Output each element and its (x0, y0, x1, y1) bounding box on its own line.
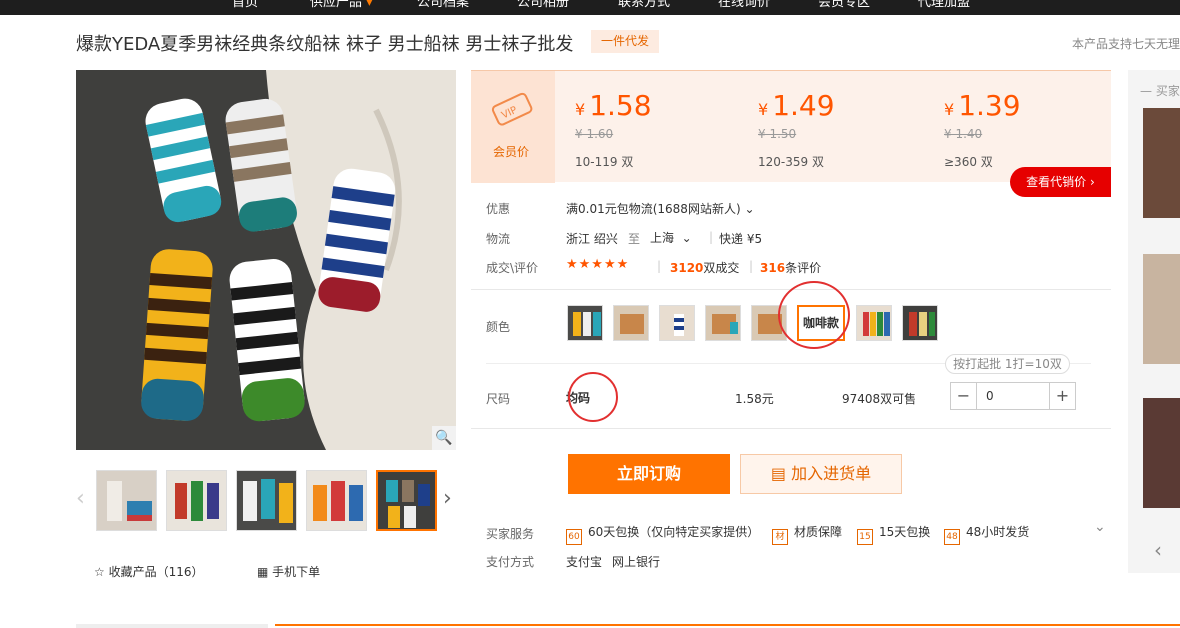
quantity-input[interactable] (978, 383, 1048, 409)
clipboard-icon: ▤ (770, 464, 786, 483)
socks-photo (76, 70, 456, 450)
thumbnail[interactable] (236, 470, 297, 531)
size-price: 1.58元 (735, 392, 774, 406)
zoom-icon[interactable]: 🔍 (432, 426, 456, 450)
thumb-next-icon[interactable]: › (443, 486, 452, 511)
15-day-icon: 15 (857, 529, 873, 545)
bottom-tab (76, 624, 268, 628)
nav-item-album[interactable]: 公司相册 (517, 0, 569, 10)
service-item[interactable]: 48 48小时发货 (944, 523, 1029, 545)
divider-line (471, 428, 1111, 429)
material-icon: 材 (772, 529, 788, 545)
side-product-image[interactable] (1143, 254, 1180, 364)
thumb-image (378, 472, 435, 529)
thumb-prev-icon[interactable]: ‹ (76, 486, 85, 511)
thumbnail[interactable] (306, 470, 367, 531)
service-item[interactable]: 15 15天包换 (857, 523, 930, 545)
batch-tip: 按打起批 1打=10双 (945, 354, 1070, 374)
thumb-image (307, 471, 366, 530)
reviews-count[interactable]: 316条评价 (760, 259, 821, 276)
nav-item-profile[interactable]: 公司档案 (417, 0, 469, 10)
vip-price-label: 会员价 (493, 145, 530, 159)
shipping-fee: 快递 ¥5 (719, 232, 763, 246)
color-swatch[interactable] (705, 305, 741, 341)
top-nav: 首页 供应产品 ▾ 公司档案 公司相册 联系方式 在线询价 会员专区 代理加盟 (0, 0, 1180, 15)
increase-button[interactable]: + (1049, 383, 1075, 409)
logistics-label: 物流 (486, 232, 511, 246)
promo-label: 优惠 (486, 202, 511, 216)
decrease-button[interactable]: − (951, 383, 977, 409)
price-box: VIP 会员价 ¥1.58 ¥ 1.60 10-119 双 ¥1.49 ¥ 1.… (471, 70, 1111, 183)
payment-alipay: 支付宝 (566, 555, 603, 569)
side-product-image[interactable] (1143, 108, 1180, 218)
48-hour-icon: 48 (944, 529, 960, 545)
side-panel-title: — 买家 (1140, 84, 1180, 98)
color-swatch[interactable] (856, 305, 892, 341)
star-outline-icon: ☆ (94, 565, 105, 579)
deals-count[interactable]: 3120双成交 (670, 259, 739, 276)
vip-price-column: VIP 会员价 (471, 71, 555, 183)
add-to-cart-button[interactable]: ▤ 加入进货单 (740, 454, 902, 494)
to-word: 至 (628, 232, 641, 246)
agent-price-button[interactable]: 查看代销价 › (1010, 167, 1111, 197)
thumb-image (97, 471, 156, 530)
services-label: 买家服务 (486, 527, 535, 541)
expand-chevron-icon[interactable]: ⌄ (1094, 519, 1106, 535)
60-day-icon: 60 (566, 529, 582, 545)
thumbnail[interactable] (96, 470, 157, 531)
color-label: 颜色 (486, 320, 511, 334)
side-prev-icon[interactable]: ‹ (1154, 538, 1162, 562)
main-product-image[interactable]: 🔍 (76, 70, 456, 450)
nav-item-members[interactable]: 会员专区 (818, 0, 870, 10)
chevron-down-icon: ⌄ (681, 231, 692, 245)
side-product-image[interactable] (1143, 398, 1180, 508)
payment-label: 支付方式 (486, 555, 535, 569)
thumb-image (167, 471, 226, 530)
bottom-accent-line (275, 624, 1180, 626)
product-title: 爆款YEDA夏季男袜经典条纹船袜 袜子 男士船袜 男士袜子批发 (76, 34, 574, 55)
return-policy-note: 本产品支持七天无理 (1072, 37, 1180, 51)
service-item[interactable]: 60 60天包换（仅向特定买家提供） (566, 523, 759, 545)
nav-item-contact[interactable]: 联系方式 (618, 0, 670, 10)
divider: | (657, 259, 662, 273)
mobile-order-button[interactable]: ▦ 手机下单 (257, 563, 320, 580)
promo-dropdown[interactable]: 满0.01元包物流(1688网站新人) ⌄ (566, 200, 755, 217)
thumbnail-selected[interactable] (376, 470, 437, 531)
divider: | (749, 259, 754, 273)
size-stock: 97408双可售 (842, 392, 917, 406)
ship-from: 浙江 绍兴 (566, 232, 618, 246)
annotation-circle (778, 281, 850, 349)
nav-item-home[interactable]: 首页 (232, 0, 258, 10)
nav-item-inquiry[interactable]: 在线询价 (718, 0, 770, 10)
ship-to-select[interactable]: 上海 ⌄ (650, 229, 692, 246)
color-swatch[interactable] (567, 305, 603, 341)
qr-code-icon: ▦ (257, 565, 269, 579)
chevron-down-icon: ⌄ (744, 202, 755, 216)
divider: | (709, 230, 714, 244)
rating-stars: ★★★★★ (566, 257, 630, 272)
nav-item-agency[interactable]: 代理加盟 (918, 0, 970, 10)
color-swatch[interactable] (902, 305, 938, 341)
annotation-circle (568, 372, 618, 422)
color-swatch[interactable] (613, 305, 649, 341)
deals-label: 成交\评价 (486, 261, 539, 275)
thumbnail[interactable] (166, 470, 227, 531)
size-label: 尺码 (486, 392, 511, 406)
favorite-button[interactable]: ☆ 收藏产品（116） (94, 563, 204, 580)
vip-tag-icon: VIP (491, 92, 533, 126)
dropship-badge[interactable]: 一件代发 (591, 30, 659, 53)
service-item[interactable]: 材材质保障 (772, 523, 842, 545)
buy-now-button[interactable]: 立即订购 (568, 454, 730, 494)
nav-item-products[interactable]: 供应产品 ▾ (310, 0, 373, 10)
quantity-stepper: − + (950, 382, 1076, 410)
color-swatch[interactable] (659, 305, 695, 341)
thumb-image (237, 471, 296, 530)
payment-bank: 网上银行 (612, 555, 661, 569)
